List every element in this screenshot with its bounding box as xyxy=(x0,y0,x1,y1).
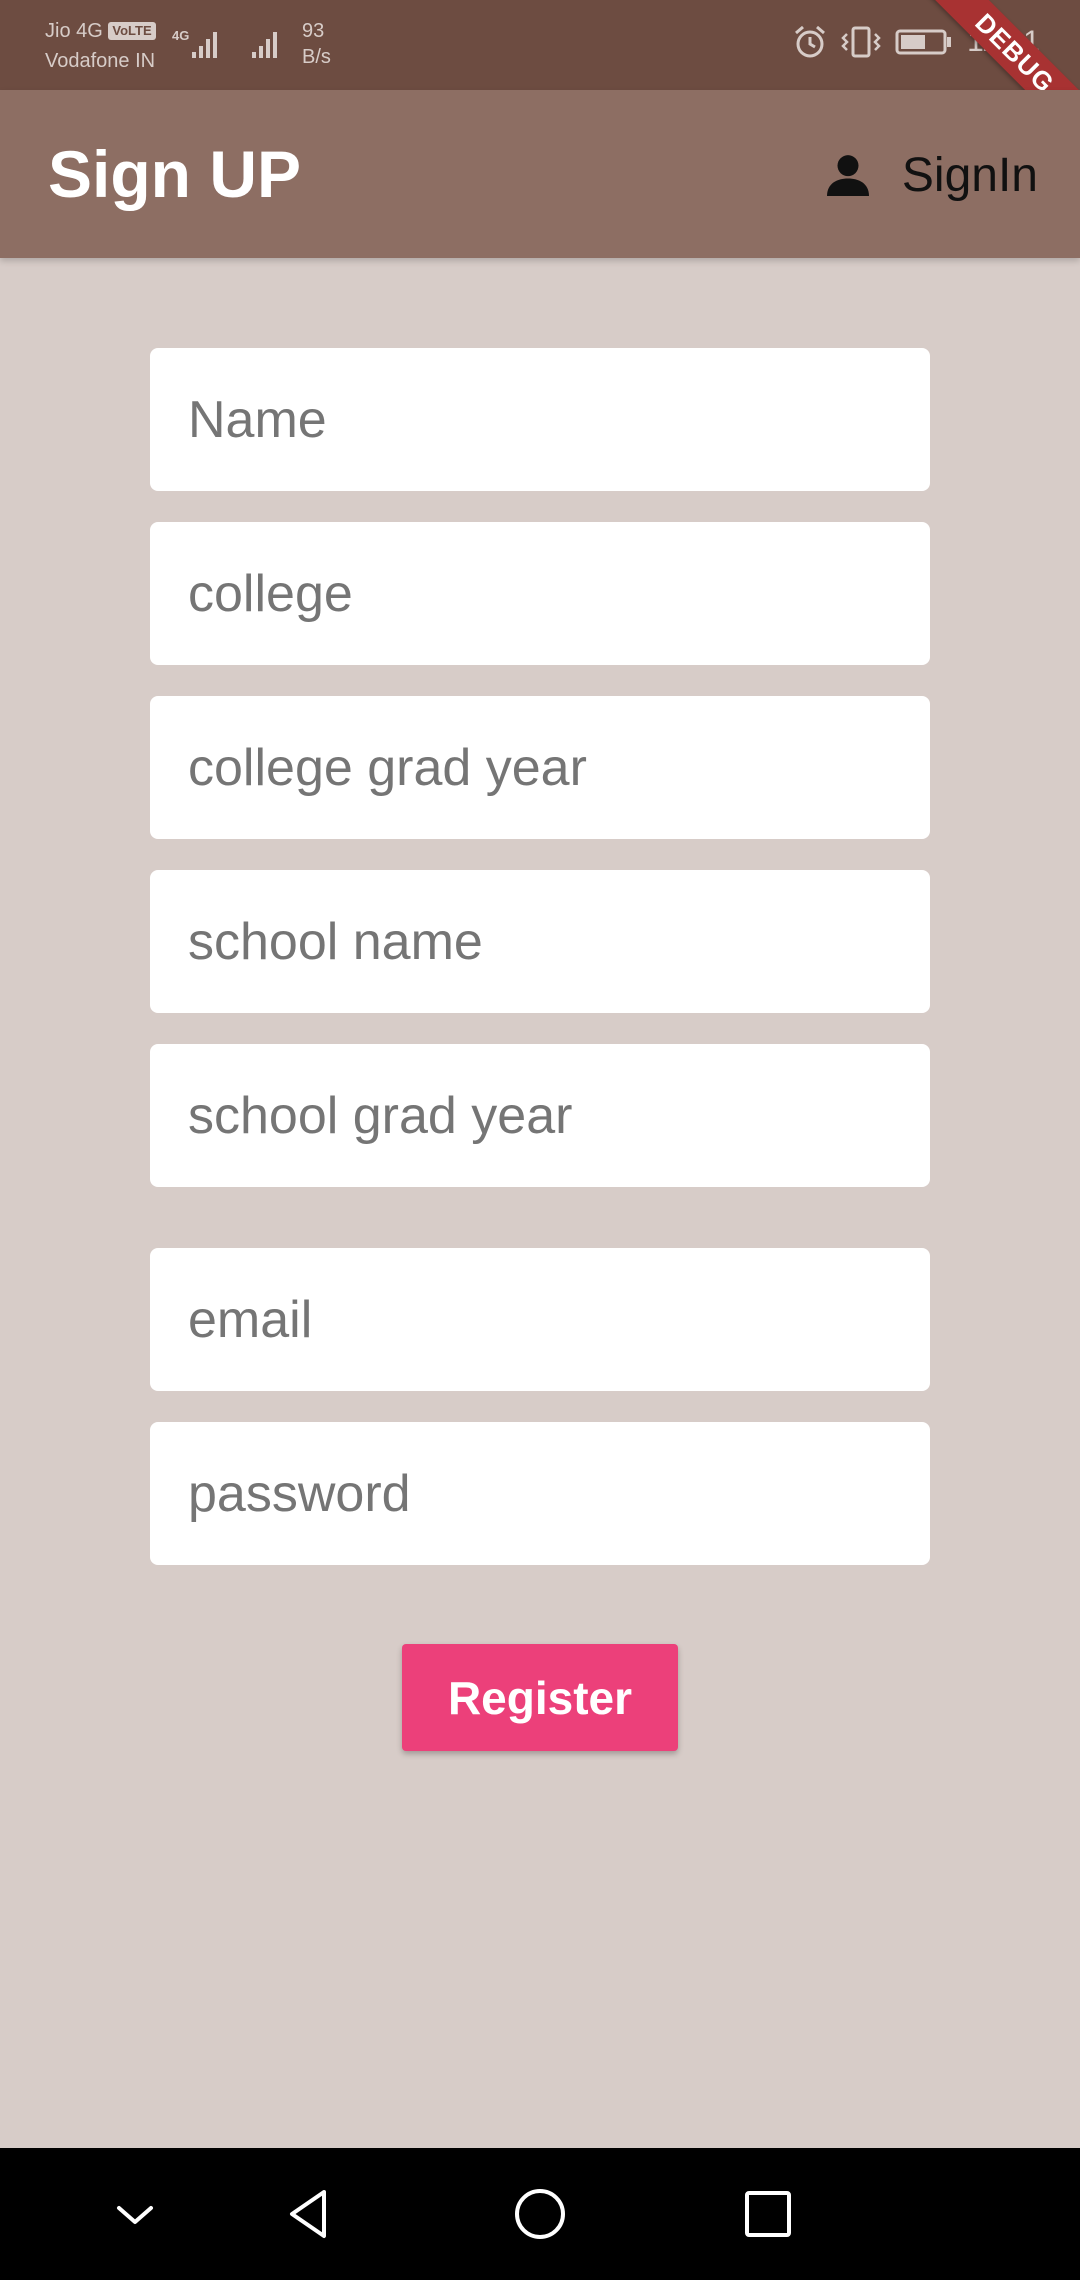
vibrate-icon xyxy=(841,26,881,58)
college-grad-year-field[interactable] xyxy=(186,736,930,799)
name-field[interactable] xyxy=(186,388,930,451)
password-field[interactable] xyxy=(186,1462,930,1525)
email-field-container xyxy=(150,1248,930,1391)
carrier-2-label: Vodafone IN xyxy=(45,50,156,72)
password-field-container xyxy=(150,1422,930,1565)
signin-button[interactable]: SignIn xyxy=(820,140,1038,210)
school-name-field-container xyxy=(150,870,930,1013)
signal-strength-icon: 4G xyxy=(172,28,217,58)
school-name-field[interactable] xyxy=(186,910,930,973)
college-field-container xyxy=(150,522,930,665)
college-field[interactable] xyxy=(186,562,930,625)
alarm-icon xyxy=(795,25,826,58)
register-button[interactable]: Register xyxy=(402,1644,678,1751)
back-triangle-icon[interactable] xyxy=(280,2184,340,2244)
battery-icon xyxy=(895,29,952,55)
college-grad-year-field-container xyxy=(150,696,930,839)
page-title: Sign UP xyxy=(48,137,302,211)
school-grad-year-field[interactable] xyxy=(186,1084,930,1147)
recents-square-icon[interactable] xyxy=(738,2184,798,2244)
net-speed-unit: B/s xyxy=(302,46,331,68)
home-circle-icon[interactable] xyxy=(510,2184,570,2244)
chevron-down-icon[interactable] xyxy=(105,2184,165,2244)
system-nav-bar xyxy=(0,2148,1080,2280)
status-bar: Jio 4G VoLTE Vodafone IN 4G 93 B/s DEBUG xyxy=(0,0,1080,162)
signal-strength-icon-2 xyxy=(252,32,277,58)
signin-label: SignIn xyxy=(901,148,1038,202)
volte-badge: VoLTE xyxy=(108,22,156,40)
net-speed: 93 B/s xyxy=(302,18,331,70)
carrier-info: Jio 4G VoLTE Vodafone IN xyxy=(45,16,156,76)
school-grad-year-field-container xyxy=(150,1044,930,1187)
net-speed-value: 93 xyxy=(302,20,325,42)
email-field[interactable] xyxy=(186,1288,930,1351)
network-type-label: 4G xyxy=(172,28,189,43)
carrier-1-label: Jio 4G xyxy=(45,20,103,42)
app-bar: Sign UP SignIn xyxy=(0,90,1080,258)
name-field-container xyxy=(150,348,930,491)
person-icon xyxy=(826,155,869,196)
